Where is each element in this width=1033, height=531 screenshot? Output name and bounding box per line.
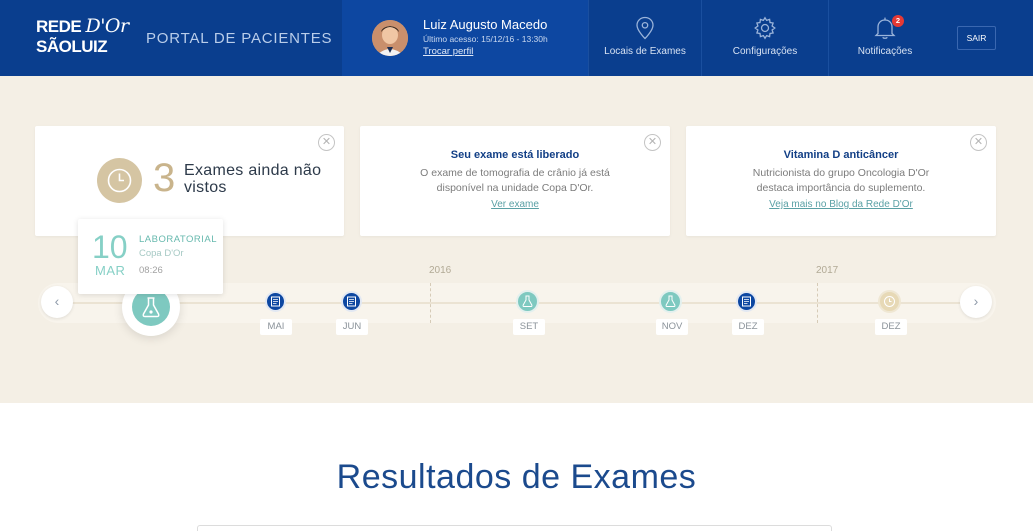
timeline-month-label: NOV: [656, 319, 688, 335]
logo-text-line1: REDE: [36, 17, 82, 36]
flask-icon: [522, 295, 533, 307]
portal-title: PORTAL DE PACIENTES: [146, 30, 333, 47]
timeline-event[interactable]: [878, 290, 901, 313]
timeline-year-label: 2017: [816, 265, 839, 276]
blog-news-link[interactable]: Veja mais no Blog da Rede D'Or: [686, 199, 996, 210]
timeline-event-tooltip: 10 MAR LABORATORIAL Copa D'Or 08:26: [78, 219, 223, 294]
exam-released-text: O exame de tomografia de crânio já está …: [420, 167, 610, 194]
timeline-event[interactable]: [341, 291, 362, 312]
user-name: Luiz Augusto Macedo: [423, 17, 548, 32]
last-access-text: Último acesso: 15/12/16 - 13:30h: [423, 34, 548, 44]
timeline-year-divider: [817, 283, 818, 323]
avatar[interactable]: [372, 20, 408, 56]
blog-news-title: Vitamina D anticâncer: [783, 149, 899, 161]
timeline-month-label: DEZ: [732, 319, 764, 335]
nav-label-settings: Configurações: [732, 46, 798, 57]
document-icon: [347, 296, 356, 307]
nav-label-notifications: Notificações: [857, 46, 913, 57]
tooltip-unit: Copa D'Or: [139, 248, 184, 259]
map-pin-icon: [636, 16, 654, 40]
nav-settings[interactable]: Configurações: [701, 0, 828, 76]
timeline-year-label: 2016: [429, 265, 452, 276]
clock-icon: [97, 158, 142, 203]
logo-text-line2: SÃOLUIZ: [36, 37, 108, 56]
timeline-event[interactable]: [516, 290, 539, 313]
nav-label-exam-locations: Locais de Exames: [604, 46, 686, 57]
timeline-prev-button[interactable]: ‹: [41, 286, 73, 318]
rede-dor-sao-luiz-logo[interactable]: REDE D'Or SÃOLUIZ: [36, 12, 129, 64]
timeline-month-label: DEZ: [875, 319, 907, 335]
logo-text-dor: D'Or: [85, 15, 129, 37]
unseen-exams-label: Exames ainda não vistos: [184, 162, 322, 196]
timeline-month-label: SET: [513, 319, 545, 335]
nav-exam-locations[interactable]: Locais de Exames: [588, 0, 701, 76]
chevron-left-icon: ‹: [54, 293, 60, 309]
results-panel: [197, 525, 832, 531]
flask-icon: [665, 295, 676, 307]
switch-profile-link[interactable]: Trocar perfil: [423, 46, 473, 57]
logout-button[interactable]: SAIR: [957, 26, 996, 50]
timeline-month-label: MAI: [260, 319, 292, 335]
blog-news-text: Nutricionista do grupo Oncologia D'Or de…: [752, 167, 930, 194]
gear-icon: [754, 16, 776, 40]
tooltip-month: MAR: [95, 263, 126, 278]
chevron-right-icon: ›: [973, 293, 979, 309]
tooltip-exam-type: LABORATORIAL: [139, 234, 217, 245]
tooltip-time: 08:26: [139, 265, 163, 276]
timeline-year-divider: [430, 283, 431, 323]
results-section-title: Resultados de Exames: [336, 458, 697, 496]
view-exam-link[interactable]: Ver exame: [360, 199, 670, 210]
document-icon: [742, 296, 751, 307]
timeline-line: [70, 302, 960, 304]
exam-released-title: Seu exame está liberado: [450, 149, 580, 161]
close-icon[interactable]: ✕: [644, 134, 661, 151]
timeline-month-label: JUN: [336, 319, 368, 335]
blog-news-card: Vitamina D anticâncer Nutricionista do g…: [686, 126, 996, 236]
close-icon[interactable]: ✕: [970, 134, 987, 151]
user-panel: Luiz Augusto Macedo Último acesso: 15/12…: [342, 0, 588, 76]
timeline-event[interactable]: [659, 290, 682, 313]
exam-released-card: Seu exame está liberado O exame de tomog…: [360, 126, 670, 236]
top-header: REDE D'Or SÃOLUIZ PORTAL DE PACIENTES Lu…: [0, 0, 1033, 76]
document-icon: [271, 296, 280, 307]
timeline-next-button[interactable]: ›: [960, 286, 992, 318]
close-icon[interactable]: ✕: [318, 134, 335, 151]
timeline-event[interactable]: [265, 291, 286, 312]
notification-count-badge: 2: [892, 15, 904, 27]
unseen-exams-count: 3: [153, 156, 176, 200]
timeline-event[interactable]: [736, 291, 757, 312]
tooltip-day: 10: [92, 229, 128, 265]
clock-icon: [884, 296, 895, 307]
nav-notifications[interactable]: 2 Notificações: [828, 0, 941, 76]
